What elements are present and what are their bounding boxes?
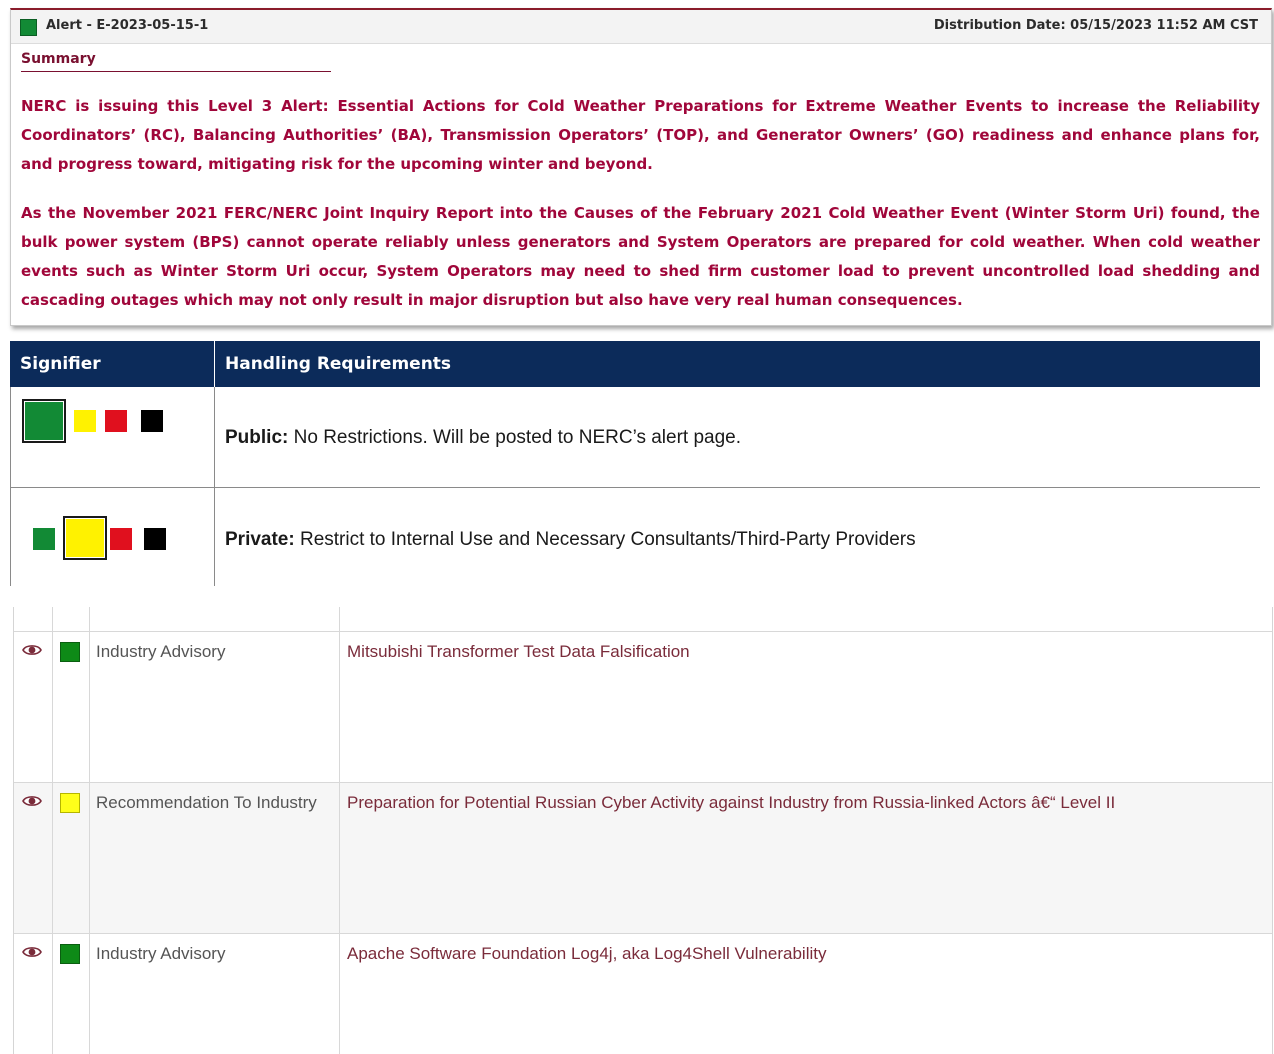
public-label: Public:	[225, 427, 289, 448]
alert-title-link[interactable]: Preparation for Potential Russian Cyber …	[347, 793, 1115, 813]
eye-icon[interactable]	[22, 944, 42, 960]
table-row[interactable]: Recommendation To Industry Preparation f…	[14, 782, 1272, 933]
green-selected-swatch-icon	[22, 399, 66, 443]
summary-heading: Summary	[21, 51, 331, 72]
yellow-signifier-icon	[60, 793, 80, 813]
header-divider	[214, 341, 215, 387]
column-divider	[52, 607, 53, 1054]
red-swatch-icon	[110, 528, 132, 550]
row-divider	[10, 487, 1260, 488]
eye-icon[interactable]	[22, 793, 42, 809]
public-text: No Restrictions. Will be posted to NERC’…	[288, 427, 742, 448]
eye-icon[interactable]	[22, 642, 42, 658]
red-swatch-icon	[105, 410, 127, 432]
private-text: Restrict to Internal Use and Necessary C…	[294, 529, 916, 550]
column-divider	[89, 607, 90, 1054]
header-handling-requirements: Handling Requirements	[225, 354, 452, 374]
alert-type: Recommendation To Industry	[96, 793, 317, 812]
alert-type: Industry Advisory	[96, 642, 226, 661]
black-swatch-icon	[144, 528, 166, 550]
yellow-selected-swatch-icon	[63, 516, 107, 560]
green-signifier-icon	[60, 642, 80, 662]
signifier-table-header: Signifier Handling Requirements	[10, 341, 1260, 387]
summary-paragraph: As the November 2021 FERC/NERC Joint Inq…	[21, 204, 1260, 309]
green-signifier-icon	[20, 19, 37, 36]
green-swatch-icon	[33, 528, 55, 550]
alerts-list: Industry Advisory Mitsubishi Transformer…	[13, 607, 1273, 1054]
green-signifier-icon	[60, 944, 80, 964]
black-swatch-icon	[141, 410, 163, 432]
private-requirement: Private: Restrict to Internal Use and Ne…	[225, 529, 916, 551]
yellow-swatch-icon	[74, 410, 96, 432]
header-signifier: Signifier	[20, 354, 101, 374]
alert-header: Alert - E-2023-05-15-1 Distribution Date…	[11, 10, 1271, 44]
signifier-table: Signifier Handling Requirements Public: …	[10, 341, 1260, 586]
alert-type: Industry Advisory	[96, 944, 226, 963]
private-label: Private:	[225, 529, 295, 550]
alert-id: Alert - E-2023-05-15-1	[46, 18, 209, 33]
alert-title-link[interactable]: Apache Software Foundation Log4j, aka Lo…	[347, 944, 826, 964]
distribution-date: Distribution Date: 05/15/2023 11:52 AM C…	[933, 18, 1258, 33]
table-row[interactable]: Industry Advisory Mitsubishi Transformer…	[14, 631, 1272, 782]
summary-paragraph: NERC is issuing this Level 3 Alert: Esse…	[21, 97, 1260, 173]
table-row[interactable]: Industry Advisory Apache Software Founda…	[14, 933, 1272, 1054]
alert-title-link[interactable]: Mitsubishi Transformer Test Data Falsifi…	[347, 642, 690, 662]
public-requirement: Public: No Restrictions. Will be posted …	[225, 427, 741, 449]
column-divider	[339, 607, 340, 1054]
alert-panel: Alert - E-2023-05-15-1 Distribution Date…	[10, 8, 1272, 326]
